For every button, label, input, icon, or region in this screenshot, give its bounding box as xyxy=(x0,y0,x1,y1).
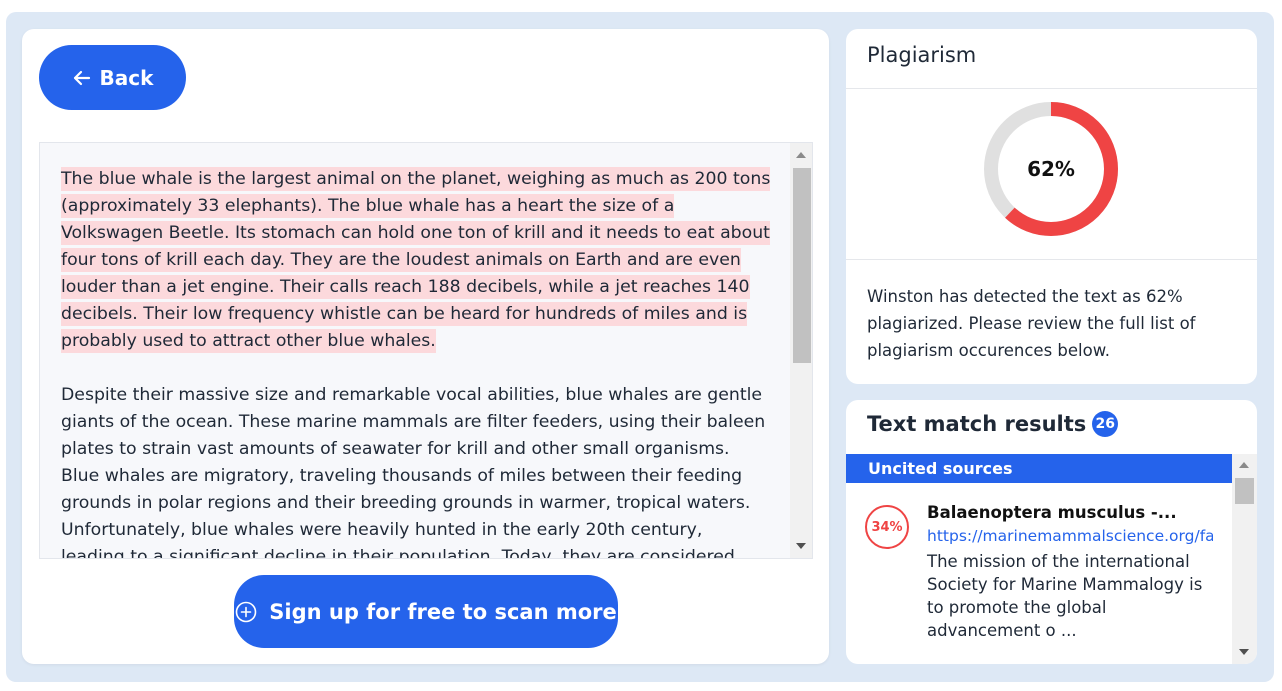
plagiarism-title: Plagiarism xyxy=(867,43,977,67)
arrow-left-icon xyxy=(73,70,90,85)
scroll-up-icon[interactable] xyxy=(1239,462,1249,468)
divider xyxy=(846,88,1257,89)
match-source-link[interactable]: https://marinemammalscience.org/fa xyxy=(927,527,1213,545)
match-count-badge: 26 xyxy=(1092,411,1119,437)
text-match-card: Text match results 26 Uncited sources 34… xyxy=(846,400,1257,664)
scanned-text: The blue whale is the largest animal on … xyxy=(61,166,771,559)
text-paragraph: Despite their massive size and remarkabl… xyxy=(61,385,766,559)
signup-button-label: Sign up for free to scan more xyxy=(269,599,617,624)
text-scrollbar[interactable] xyxy=(790,143,812,558)
match-source-title[interactable]: Balaenoptera musculus -... xyxy=(927,503,1217,522)
signup-button[interactable]: Sign up for free to scan more xyxy=(234,575,618,648)
scroll-thumb[interactable] xyxy=(793,168,811,363)
uncited-sources-header[interactable]: Uncited sources xyxy=(846,454,1232,483)
match-percent-badge: 34% xyxy=(865,505,909,549)
plagiarism-description: Winston has detected the text as 62% pla… xyxy=(867,287,1196,360)
scroll-down-icon[interactable] xyxy=(1239,649,1249,655)
matches-scrollbar[interactable] xyxy=(1232,454,1257,664)
scroll-down-icon[interactable] xyxy=(796,543,806,549)
plagiarism-card: Plagiarism 62% Winston has detected the … xyxy=(846,29,1257,384)
plagiarism-highlight: The blue whale is the largest animal on … xyxy=(61,167,771,353)
back-button[interactable]: Back xyxy=(39,45,186,110)
text-card: Back The blue whale is the largest anima… xyxy=(22,29,829,664)
scroll-up-icon[interactable] xyxy=(796,152,806,158)
scroll-thumb[interactable] xyxy=(1235,478,1254,504)
text-paragraph-plagiarized: The blue whale is the largest animal on … xyxy=(61,166,771,355)
text-match-title-label: Text match results xyxy=(867,412,1087,436)
match-snippet: The mission of the international Society… xyxy=(927,552,1203,640)
back-button-label: Back xyxy=(99,65,154,90)
divider xyxy=(846,259,1257,260)
scanned-text-panel[interactable]: The blue whale is the largest animal on … xyxy=(39,142,813,559)
plus-circle-icon xyxy=(235,601,257,622)
plagiarism-percent: 62% xyxy=(1027,157,1075,181)
text-match-title: Text match results 26 xyxy=(867,411,1119,437)
